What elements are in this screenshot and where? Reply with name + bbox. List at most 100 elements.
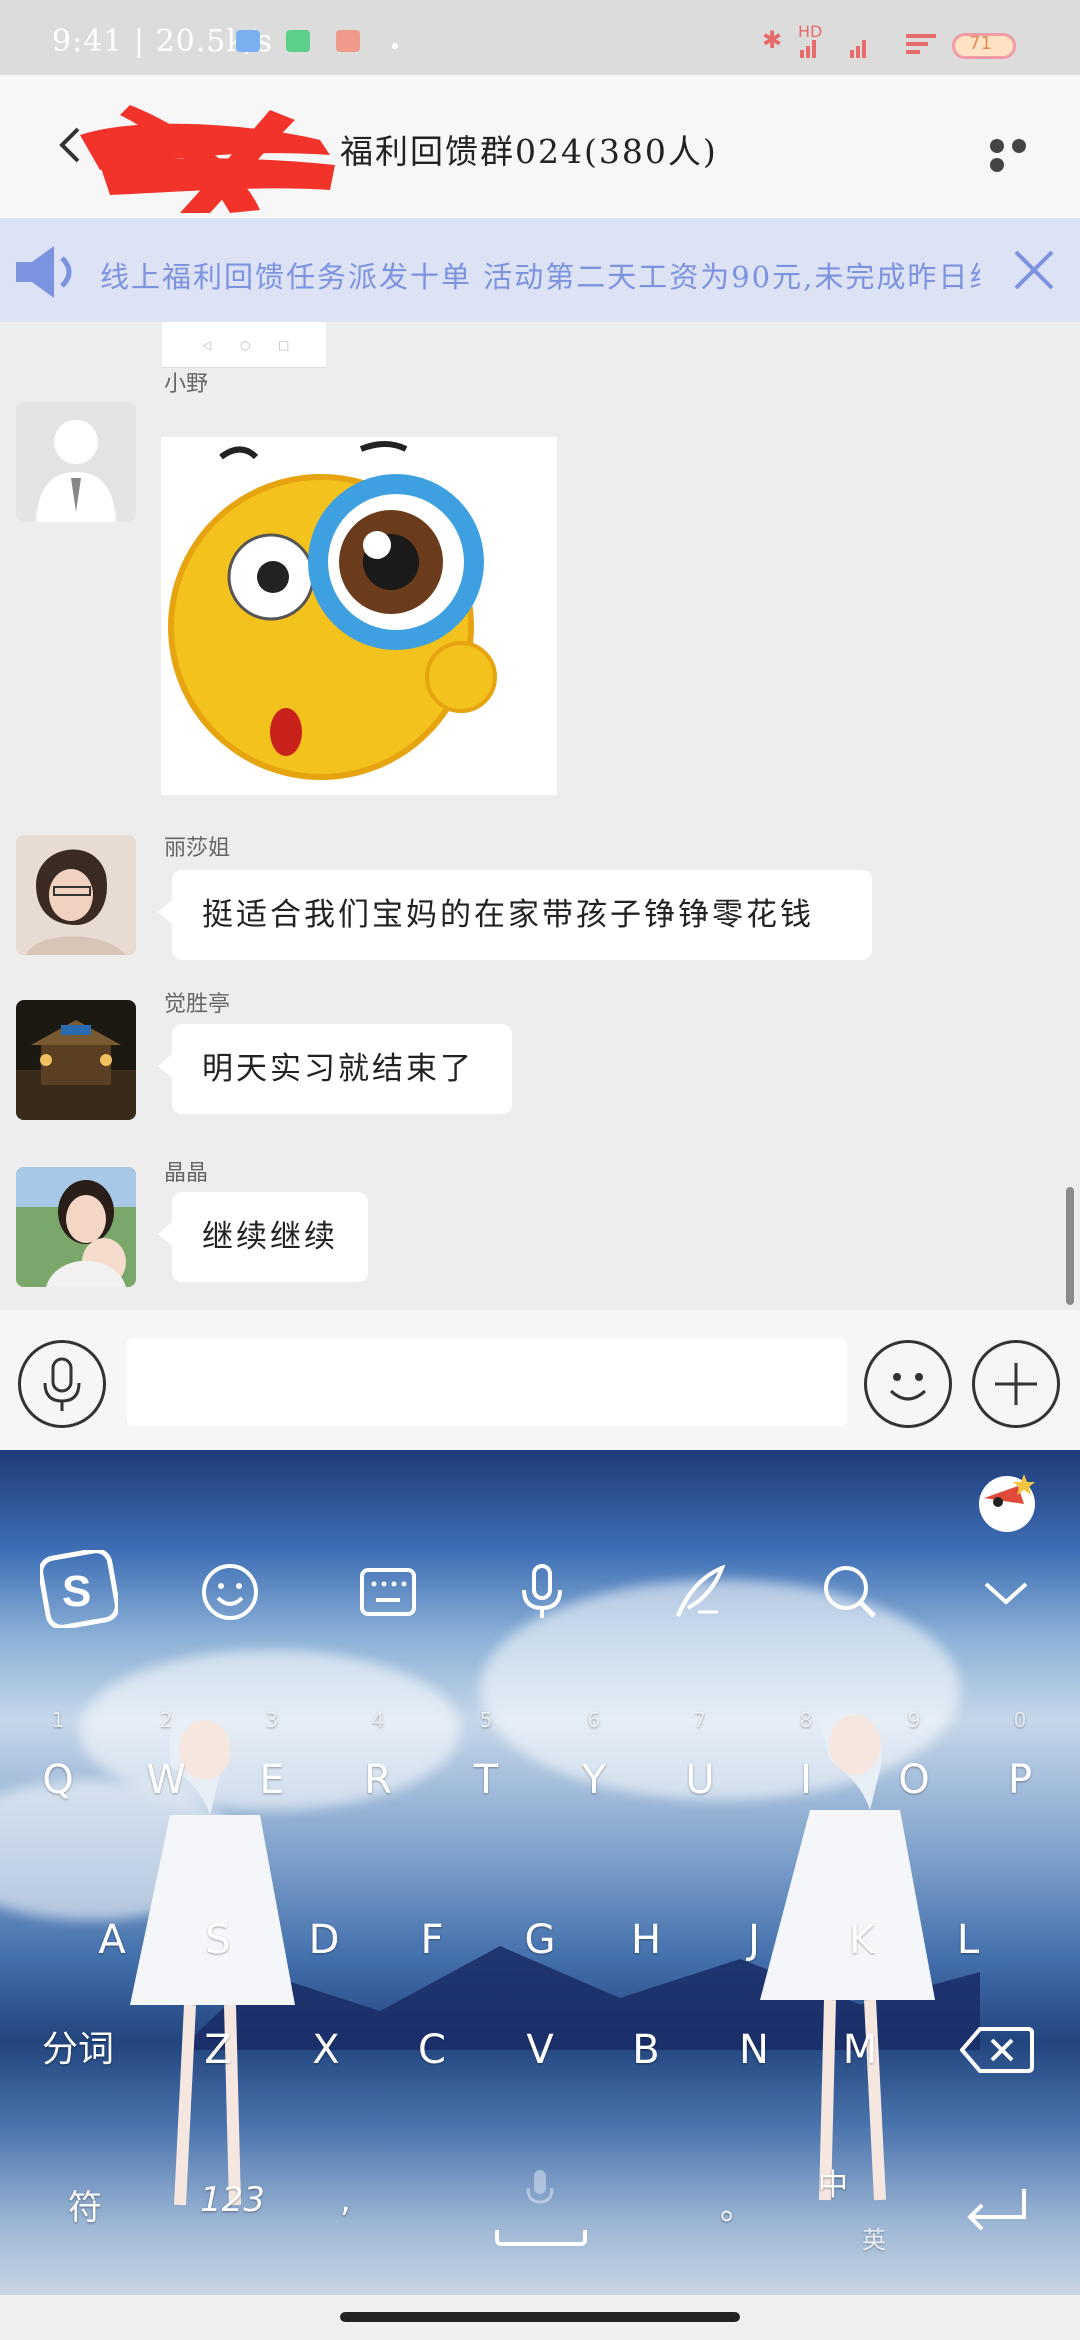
announcement-text: 线上福利回馈任务派发十单 活动第二天工资为90元,未完成昨日线... (100, 260, 980, 294)
close-icon[interactable] (1012, 248, 1056, 292)
default-user-icon (16, 402, 136, 522)
battery-icon: 71 (952, 33, 1016, 59)
message-input[interactable] (127, 1338, 847, 1426)
message-bubble[interactable]: 明天实习就结束了 (158, 1024, 512, 1114)
key-label: P (1007, 1757, 1033, 1803)
key-v[interactable]: V (508, 2010, 572, 2090)
key-number-hint: 2 (159, 1708, 173, 1732)
lang-switch-zh[interactable]: 中 (818, 2160, 848, 2204)
key-x[interactable]: X (294, 2010, 358, 2090)
key-label: I (800, 1757, 812, 1803)
voice-input-button[interactable] (18, 1340, 106, 1428)
message-input-bar (0, 1310, 1080, 1450)
key-j[interactable]: J (722, 1900, 786, 1980)
key-q[interactable]: 1Q (26, 1710, 90, 1820)
key-m[interactable]: M (828, 2010, 892, 2090)
key-i[interactable]: 8I (774, 1710, 838, 1820)
keyboard-mascot-icon[interactable] (974, 1468, 1040, 1534)
handwriting-icon[interactable] (668, 1562, 728, 1622)
key-z[interactable]: Z (186, 2010, 250, 2090)
key-number-hint: 6 (587, 1708, 601, 1732)
key-l[interactable]: L (936, 1900, 1000, 1980)
sogou-logo-icon[interactable]: S (40, 1550, 118, 1628)
wifi-icon (906, 34, 936, 54)
key-n[interactable]: N (722, 2010, 786, 2090)
key-number-hint: 5 (479, 1708, 493, 1732)
user-photo-icon (16, 1000, 136, 1120)
keyboard-layout-icon[interactable] (358, 1562, 418, 1622)
user-photo-icon (16, 835, 136, 955)
enter-icon[interactable] (962, 2185, 1032, 2233)
search-icon[interactable] (820, 1562, 880, 1622)
emoji-keyboard-icon[interactable] (200, 1562, 260, 1622)
user-photo-icon (16, 1167, 136, 1287)
bluetooth-icon: ✱ (762, 26, 783, 54)
symbol-key[interactable]: 符 (68, 2180, 102, 2229)
more-options-icon[interactable] (990, 138, 1052, 172)
avatar[interactable] (16, 835, 136, 955)
comma-key[interactable]: , (340, 2180, 351, 2220)
app-notification-icon-3 (336, 30, 360, 52)
key-d[interactable]: D (292, 1900, 356, 1980)
scrollbar[interactable] (1066, 1187, 1074, 1305)
magnifier-emoji-sticker (161, 437, 557, 795)
message-bubble[interactable]: 继续继续 (158, 1192, 368, 1282)
avatar[interactable] (16, 1167, 136, 1287)
voice-typing-icon[interactable] (512, 1562, 572, 1622)
key-label: U (685, 1757, 715, 1803)
key-number-hint: 1 (51, 1708, 65, 1732)
key-r[interactable]: 4R (346, 1710, 410, 1820)
key-label: O (898, 1757, 930, 1803)
sticker-message[interactable] (161, 437, 557, 795)
emoji-button[interactable] (864, 1340, 952, 1428)
key-h[interactable]: H (614, 1900, 678, 1980)
key-label: R (364, 1757, 392, 1803)
key-number-hint: 7 (693, 1708, 707, 1732)
key-number-hint: 0 (1013, 1708, 1027, 1732)
key-y[interactable]: 6Y (562, 1710, 626, 1820)
image-message-partial[interactable]: ◁ ○ □ (162, 322, 326, 368)
space-key[interactable] (495, 2230, 587, 2246)
backspace-icon[interactable] (960, 2025, 1034, 2075)
key-label: W (146, 1757, 186, 1803)
sender-name: 丽莎姐 (164, 836, 231, 861)
key-number-hint: 9 (907, 1708, 921, 1732)
svg-text:S: S (62, 1567, 91, 1616)
lang-switch-en[interactable]: 英 (862, 2220, 886, 2255)
key-number-hint: 4 (371, 1708, 385, 1732)
battery-level: 71 (969, 33, 992, 54)
collapse-keyboard-icon[interactable] (976, 1562, 1036, 1622)
more-functions-button[interactable] (972, 1340, 1060, 1428)
redaction-mark (80, 105, 335, 213)
key-s[interactable]: S (186, 1900, 250, 1980)
smiley-icon (889, 1373, 927, 1401)
key-g[interactable]: G (508, 1900, 572, 1980)
key-o[interactable]: 9O (882, 1710, 946, 1820)
segment-key[interactable]: 分词 (42, 2020, 114, 2072)
key-label: T (473, 1757, 499, 1803)
key-p[interactable]: 0P (988, 1710, 1052, 1820)
key-u[interactable]: 7U (668, 1710, 732, 1820)
announcement-banner[interactable]: 线上福利回馈任务派发十单 活动第二天工资为90元,未完成昨日线... (0, 218, 1080, 322)
group-title: 福利回馈群024(380人) (340, 132, 718, 171)
key-c[interactable]: C (400, 2010, 464, 2090)
message-list[interactable]: ◁ ○ □ 小野 丽莎姐 挺适合我们宝妈的在家带孩子铮铮零花钱 觉胜亭 明天实习… (0, 322, 1080, 1310)
soft-keyboard: S 1Q2W3E4R5T6Y7U8I9O0P ASDFGHJKL ZXCVBNM… (0, 1450, 1080, 2295)
key-w[interactable]: 2W (134, 1710, 198, 1820)
key-f[interactable]: F (400, 1900, 464, 1980)
avatar[interactable] (16, 402, 136, 522)
key-a[interactable]: A (80, 1900, 144, 1980)
key-b[interactable]: B (614, 2010, 678, 2090)
key-t[interactable]: 5T (454, 1710, 518, 1820)
key-e[interactable]: 3E (240, 1710, 304, 1820)
status-bar: 9:41 | 20.5k/s ✱ HD 71 (0, 0, 1080, 75)
plus-icon (995, 1363, 1037, 1405)
home-indicator[interactable] (340, 2312, 740, 2322)
key-k[interactable]: K (830, 1900, 894, 1980)
period-key[interactable]: 。 (720, 2180, 754, 2229)
message-bubble[interactable]: 挺适合我们宝妈的在家带孩子铮铮零花钱 (158, 870, 872, 960)
space-mic-icon (526, 2170, 554, 2204)
number-key[interactable]: 123 (200, 2180, 265, 2220)
speaker-icon (16, 246, 72, 298)
avatar[interactable] (16, 1000, 136, 1120)
